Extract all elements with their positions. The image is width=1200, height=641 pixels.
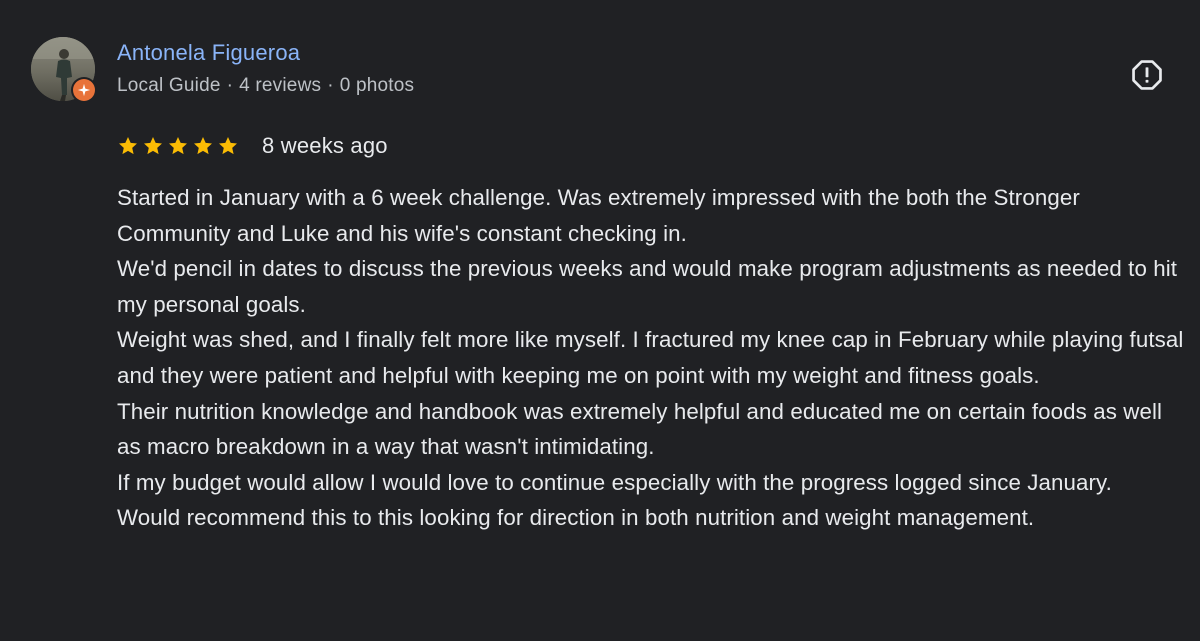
meta-separator: · [226,75,234,96]
review-paragraph: Their nutrition knowledge and handbook w… [117,398,1163,460]
avatar[interactable] [31,37,97,103]
reviewer-name[interactable]: Antonela Figueroa [117,40,300,66]
star-icon [219,137,237,155]
star-icon [169,137,187,155]
review-paragraph: Weight was shed, and I finally felt more… [117,327,1184,388]
photo-count: 0 photos [339,75,415,96]
review-paragraph: Started in January with a 6 week challen… [117,185,1080,246]
review-card: Antonela Figueroa Local Guide · 4 reviews ·… [0,0,1200,641]
review-text: Started in January with a 6 week challen… [117,180,1187,536]
local-guide-icon [71,77,97,103]
report-icon [1132,60,1162,90]
review-time: 8 weeks ago [262,133,388,158]
reviewer-meta: Local Guide · 4 reviews · 0 photos [117,75,414,97]
local-guide-label: Local Guide [117,75,221,96]
review-paragraph: If my budget would allow I would love to… [117,469,1112,495]
star-icon [119,137,137,155]
review-paragraph: Would recommend this to this looking for… [117,505,1035,531]
meta-separator: · [327,75,334,96]
star-rating [117,135,239,157]
review-count: 4 reviews [239,75,322,96]
report-button[interactable] [1128,56,1166,94]
star-icon [194,137,212,155]
review-paragraph: We'd pencil in dates to discuss the prev… [117,256,1178,317]
rating-row: 8 weeks ago [117,131,388,161]
star-icon [144,137,162,155]
